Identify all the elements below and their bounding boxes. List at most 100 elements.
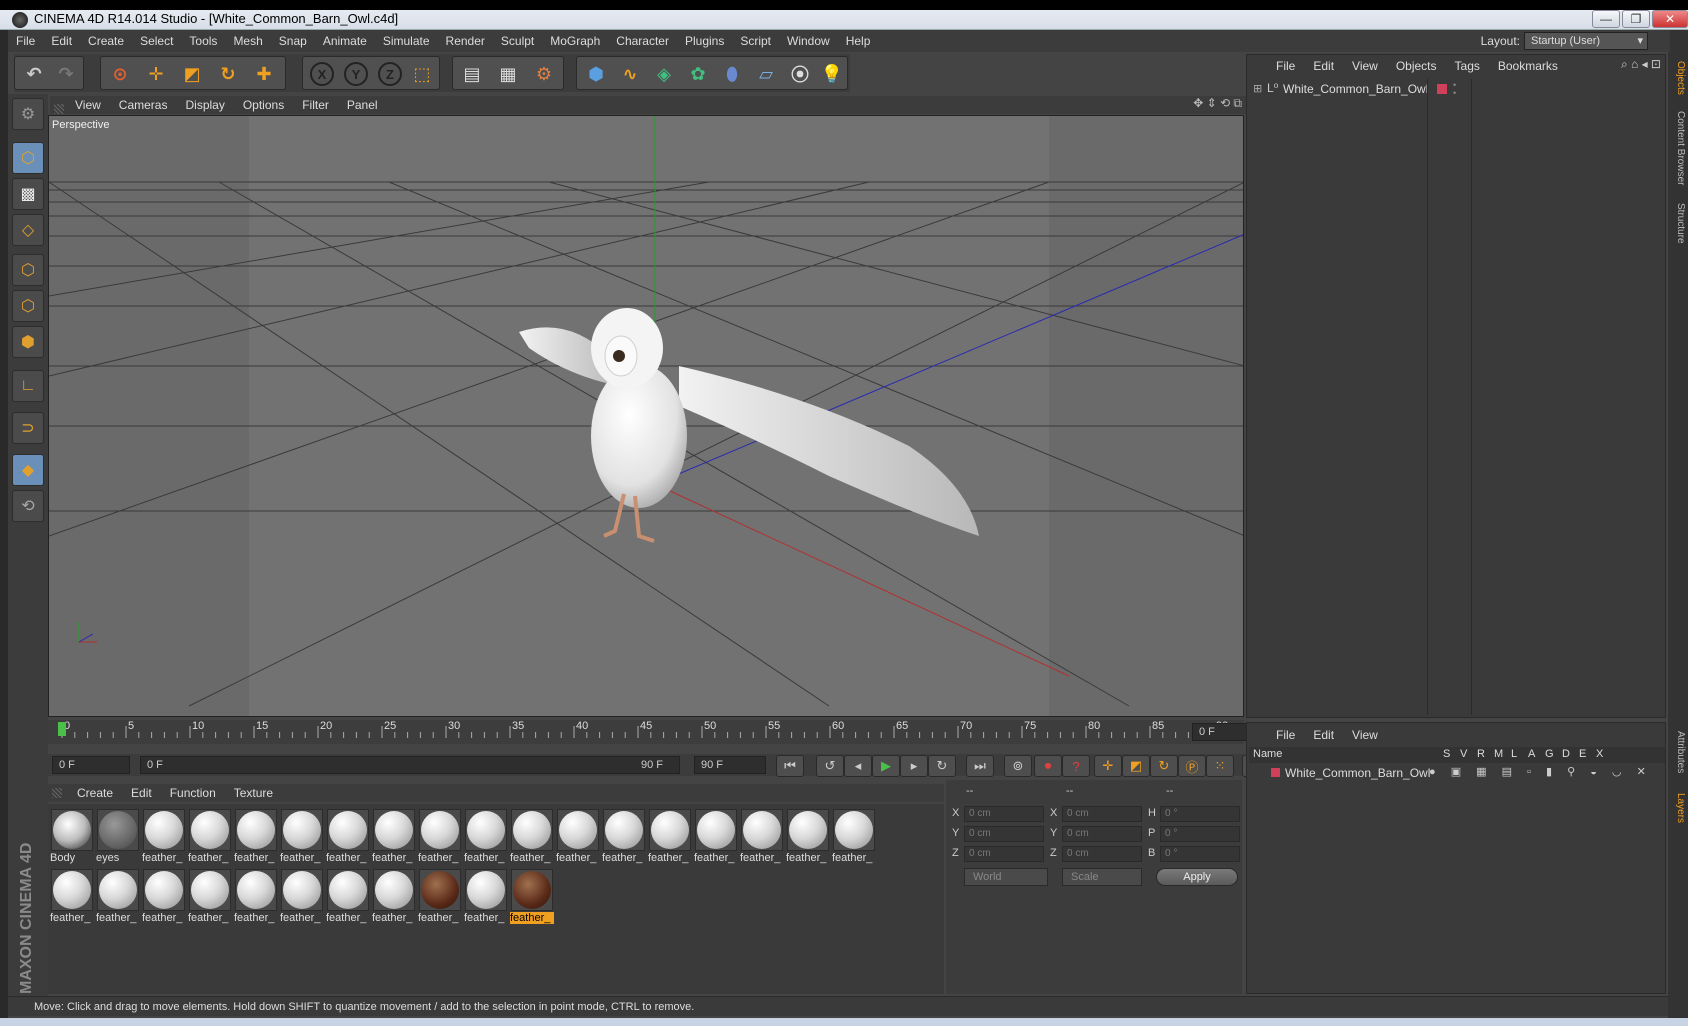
material-swatch[interactable]: feather_ xyxy=(372,868,416,926)
objects-menu-view[interactable]: View xyxy=(1343,59,1387,73)
layer-column-m[interactable]: M xyxy=(1494,748,1503,760)
material-swatch[interactable]: feather_ xyxy=(464,808,508,866)
material-swatch[interactable]: feather_ xyxy=(648,808,692,866)
objects-menu-file[interactable]: File xyxy=(1267,59,1304,73)
playhead[interactable] xyxy=(58,722,66,736)
rotation-h-field[interactable]: 0 ° xyxy=(1160,806,1240,822)
frame-range-slider[interactable]: 0 F 90 F xyxy=(140,756,680,774)
live-selection-icon[interactable]: ⊙ xyxy=(105,60,135,88)
subdivision-surface-icon[interactable]: ◈ xyxy=(649,60,679,88)
menu-mesh[interactable]: Mesh xyxy=(225,34,270,48)
edges-mode-icon[interactable]: ⬡ xyxy=(12,290,44,322)
material-swatch[interactable]: feather_ xyxy=(418,868,462,926)
go-to-end-icon[interactable]: ⏭ xyxy=(966,755,994,777)
snap-workplane-icon[interactable]: ◆ xyxy=(12,454,44,486)
last-tool-icon[interactable]: ✚ xyxy=(249,60,279,88)
material-swatch[interactable]: feather_ xyxy=(832,808,876,866)
points-mode-icon[interactable]: ⬡ xyxy=(12,254,44,286)
spline-pen-icon[interactable]: ∿ xyxy=(615,60,645,88)
menu-window[interactable]: Window xyxy=(779,34,838,48)
layer-column-l[interactable]: L xyxy=(1511,748,1517,760)
key-rotation-icon[interactable]: ↻ xyxy=(1150,755,1178,777)
x-axis-icon[interactable]: X xyxy=(307,60,337,88)
cube-icon[interactable]: ⬢ xyxy=(581,60,611,88)
coordinate-type-dropdown[interactable]: Scale xyxy=(1062,868,1142,886)
move-icon[interactable]: ✛ xyxy=(141,60,171,88)
perspective-viewport[interactable]: Perspective xyxy=(48,115,1244,717)
menu-edit[interactable]: Edit xyxy=(43,34,80,48)
position-y-field[interactable]: 0 cm xyxy=(964,826,1044,842)
play-icon[interactable]: ▶ xyxy=(872,755,900,777)
material-swatch[interactable]: feather_ xyxy=(326,808,370,866)
material-swatch[interactable]: feather_ xyxy=(188,808,232,866)
start-frame-field[interactable]: 0 F xyxy=(52,756,130,774)
size-x-field[interactable]: 0 cm xyxy=(1062,806,1142,822)
workplane-icon[interactable]: ◇ xyxy=(12,214,44,246)
axis-mode-icon[interactable]: ∟ xyxy=(12,370,44,402)
menu-plugins[interactable]: Plugins xyxy=(677,34,732,48)
key-parameter-icon[interactable]: Ⓟ xyxy=(1178,755,1206,777)
material-swatch[interactable]: feather_ xyxy=(510,808,554,866)
key-help-icon[interactable]: ? xyxy=(1062,755,1090,777)
material-swatch[interactable]: feather_ xyxy=(142,808,186,866)
next-key-icon[interactable]: ↻ xyxy=(928,755,956,777)
render-view-icon[interactable]: ▤ xyxy=(457,60,487,88)
previous-key-icon[interactable]: ↺ xyxy=(816,755,844,777)
material-swatch[interactable]: feather_ xyxy=(50,868,94,926)
material-menu-create[interactable]: Create xyxy=(68,786,122,800)
material-swatch[interactable]: feather_ xyxy=(464,868,508,926)
position-x-field[interactable]: 0 cm xyxy=(964,806,1044,822)
coordinate-mode-dropdown[interactable]: World xyxy=(964,868,1048,886)
lock-workplane-icon[interactable]: ⟲ xyxy=(12,490,44,522)
viewport-menu-panel[interactable]: Panel xyxy=(338,98,387,112)
render-settings-icon[interactable]: ⚙ xyxy=(529,60,559,88)
material-swatch[interactable]: feather_ xyxy=(510,868,554,926)
objects-menu-objects[interactable]: Objects xyxy=(1387,59,1446,73)
layer-color-swatch[interactable] xyxy=(1437,84,1447,94)
menu-help[interactable]: Help xyxy=(838,34,879,48)
tab-layers[interactable]: Layers xyxy=(1670,788,1686,828)
rotation-b-field[interactable]: 0 ° xyxy=(1160,846,1240,862)
tab-objects[interactable]: Objects xyxy=(1670,56,1686,100)
material-swatch[interactable]: feather_ xyxy=(234,868,278,926)
menu-select[interactable]: Select xyxy=(132,34,181,48)
end-frame-field[interactable]: 90 F xyxy=(694,756,766,774)
rotation-p-field[interactable]: 0 ° xyxy=(1160,826,1240,842)
objects-menu-tags[interactable]: Tags xyxy=(1446,59,1489,73)
material-swatch[interactable]: feather_ xyxy=(280,868,324,926)
material-swatch[interactable]: feather_ xyxy=(556,808,600,866)
layer-row[interactable]: White_Common_Barn_Owl ● ▣ ▦ ▤ ▫ ▮ ⚲ ◒ ◡ … xyxy=(1249,765,1665,781)
record-keys-icon[interactable]: ⊚ xyxy=(1004,755,1032,777)
cloner-icon[interactable]: ✿ xyxy=(683,60,713,88)
layer-column-d[interactable]: D xyxy=(1562,748,1570,760)
magnet-icon[interactable]: ⊃ xyxy=(12,412,44,444)
scale-icon[interactable]: ◩ xyxy=(177,60,207,88)
layer-column-e[interactable]: E xyxy=(1579,748,1586,760)
layer-column-g[interactable]: G xyxy=(1545,748,1554,760)
polygons-mode-icon[interactable]: ⬢ xyxy=(12,326,44,358)
world-coordinates-icon[interactable]: ⬚ xyxy=(407,60,437,88)
y-axis-icon[interactable]: Y xyxy=(341,60,371,88)
grip-icon[interactable] xyxy=(54,104,64,114)
material-swatch[interactable]: feather_ xyxy=(786,808,830,866)
menu-sculpt[interactable]: Sculpt xyxy=(493,34,542,48)
floor-icon[interactable]: ▱ xyxy=(751,60,781,88)
layer-column-v[interactable]: V xyxy=(1460,748,1467,760)
go-to-start-icon[interactable]: ⏮ xyxy=(776,755,804,777)
material-swatch[interactable]: feather_ xyxy=(418,808,462,866)
previous-frame-icon[interactable]: ◂ xyxy=(844,755,872,777)
texture-mode-icon[interactable]: ▩ xyxy=(12,178,44,210)
size-z-field[interactable]: 0 cm xyxy=(1062,846,1142,862)
make-editable-icon[interactable]: ⚙ xyxy=(12,98,44,130)
deformer-icon[interactable]: ⬮ xyxy=(717,60,747,88)
model-mode-icon[interactable]: ⬡ xyxy=(12,142,44,174)
menu-render[interactable]: Render xyxy=(438,34,493,48)
layer-column-a[interactable]: A xyxy=(1528,748,1535,760)
viewport-menu-display[interactable]: Display xyxy=(176,98,233,112)
viewport-menu-cameras[interactable]: Cameras xyxy=(110,98,177,112)
render-picture-viewer-icon[interactable]: ▦ xyxy=(493,60,523,88)
light-icon[interactable]: 💡 xyxy=(817,60,847,88)
key-scale-icon[interactable]: ◩ xyxy=(1122,755,1150,777)
layer-column-s[interactable]: S xyxy=(1443,748,1450,760)
layers-menu-file[interactable]: File xyxy=(1267,728,1304,742)
